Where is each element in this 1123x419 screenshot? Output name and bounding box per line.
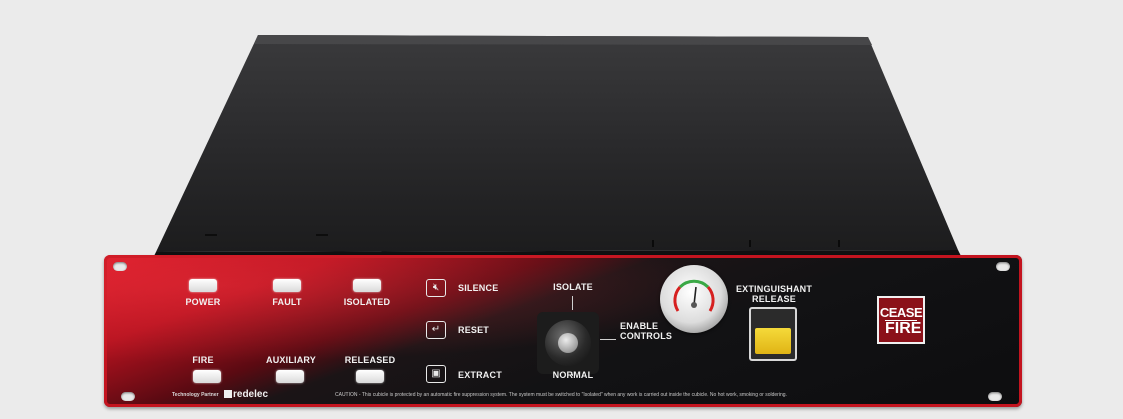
isolated-led	[353, 279, 381, 292]
speaker-mute-icon: 🔇︎	[432, 282, 440, 293]
extinguishant-release-button[interactable]	[755, 328, 791, 354]
reset-label: RESET	[458, 325, 490, 335]
fire-led	[193, 370, 221, 383]
extract-icon: ▣	[431, 368, 441, 379]
auxiliary-label: AUXILIARY	[266, 355, 316, 365]
lid-notch	[749, 240, 751, 247]
redelec-brand: redelec	[233, 389, 269, 400]
extract-button[interactable]: ▣	[426, 365, 446, 383]
lid-slot	[316, 234, 328, 236]
power-led	[189, 279, 217, 292]
mounting-hole	[996, 262, 1010, 271]
silence-label: SILENCE	[458, 283, 499, 293]
ceasefire-logo: CEASE FIRE	[877, 296, 925, 344]
isolate-label: ISOLATE	[553, 282, 593, 292]
lid-slot	[205, 234, 217, 236]
normal-label: NORMAL	[552, 370, 594, 380]
extinguishant-release-label: EXTINGUISHANT RELEASE	[735, 284, 813, 304]
isolate-tick	[572, 296, 573, 310]
caution-notice: CAUTION - This cubicle is protected by a…	[335, 392, 787, 398]
fault-label: FAULT	[272, 297, 302, 307]
mounting-hole	[121, 392, 135, 401]
isolated-label: ISOLATED	[343, 297, 391, 307]
gauge-dial	[673, 279, 715, 312]
lid-notch	[838, 240, 840, 247]
fault-led	[273, 279, 301, 292]
power-label: POWER	[185, 297, 221, 307]
technology-partner-text: Technology Partner	[172, 392, 219, 398]
pressure-gauge	[660, 265, 728, 333]
mounting-hole	[113, 262, 127, 271]
released-led	[356, 370, 384, 383]
fire-suppression-panel-photo: POWER FAULT ISOLATED FIRE AUXILIARY RELE…	[0, 0, 1123, 419]
silence-button[interactable]: 🔇︎	[426, 279, 446, 297]
reset-icon: ↵	[431, 324, 441, 335]
enable-tick	[600, 339, 616, 340]
key-cylinder	[558, 333, 578, 353]
auxiliary-led	[276, 370, 304, 383]
redelec-logo-mark	[224, 390, 232, 398]
lid-notch	[652, 240, 654, 247]
fire-label: FIRE	[192, 355, 214, 365]
reset-button[interactable]: ↵	[426, 321, 446, 339]
mounting-hole	[988, 392, 1002, 401]
released-label: RELEASED	[344, 355, 396, 365]
extract-label: EXTRACT	[458, 370, 502, 380]
